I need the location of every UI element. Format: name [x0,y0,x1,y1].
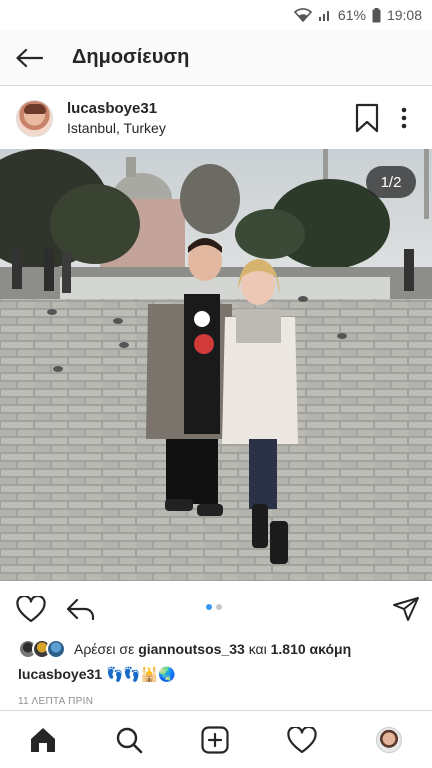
share-icon [66,598,95,621]
page-title: Δημοσίευση [72,46,190,68]
post-timestamp: 11 ΛΕΠΤΑ ΠΡΙΝ [18,696,94,707]
post-location[interactable]: Istanbul, Turkey [67,120,166,136]
caption-username[interactable]: lucasboye31 [18,666,102,682]
likes-prefix: Αρέσει σε [74,641,135,657]
likes-conj: και [248,641,267,657]
bookmark-button[interactable] [352,102,382,134]
clock: 19:08 [386,7,422,23]
heart-icon [16,595,46,622]
carousel-dot-active [206,604,212,610]
liker-avatar [46,639,66,659]
nav-search[interactable] [113,724,145,756]
top-bar: Δημοσίευση [0,30,432,86]
nav-home[interactable] [27,724,59,756]
likes-username[interactable]: giannoutsos_33 [138,641,245,657]
activity-heart-icon [287,726,317,753]
status-bar: 61% 19:08 [0,0,432,30]
share-button[interactable] [64,593,96,625]
battery-icon [372,7,381,23]
caption-text: 👣👣🕌🌏 [105,666,176,682]
nav-activity[interactable] [286,724,318,756]
like-button[interactable] [15,593,47,625]
likes-row[interactable]: Αρέσει σε giannoutsos_33 και 1.810 ακόμη [18,637,351,661]
more-options-button[interactable] [392,102,416,134]
wifi-icon [293,8,312,22]
post-photo[interactable]: 1/2 [0,149,432,581]
send-icon [393,597,419,621]
bookmark-icon [355,103,379,133]
send-button[interactable] [390,593,422,625]
bottom-nav [0,710,432,768]
user-info: lucasboye31 Istanbul, Turkey [67,100,166,136]
photo-illustration [0,149,432,581]
add-post-icon [201,726,229,754]
post-actions [0,582,432,632]
carousel-dot [216,604,222,610]
signal-icon [318,8,332,22]
back-arrow-icon [16,48,43,67]
likes-text: Αρέσει σε giannoutsos_33 και 1.810 ακόμη [74,641,351,657]
likes-count[interactable]: 1.810 ακόμη [271,641,352,657]
carousel-counter: 1/2 [366,166,416,198]
carousel-indicator [206,604,222,610]
post-header: lucasboye31 Istanbul, Turkey [0,87,432,149]
battery-percentage: 61% [337,7,366,23]
nav-profile[interactable] [373,724,405,756]
search-icon [116,727,143,754]
more-vertical-icon [401,107,407,129]
nav-add-post[interactable] [199,724,231,756]
home-icon [31,728,55,752]
post-username[interactable]: lucasboye31 [67,100,166,117]
user-avatar[interactable] [16,99,53,137]
back-button[interactable] [0,30,58,86]
profile-avatar [376,727,402,753]
caption: lucasboye31 👣👣🕌🌏 [18,666,176,683]
